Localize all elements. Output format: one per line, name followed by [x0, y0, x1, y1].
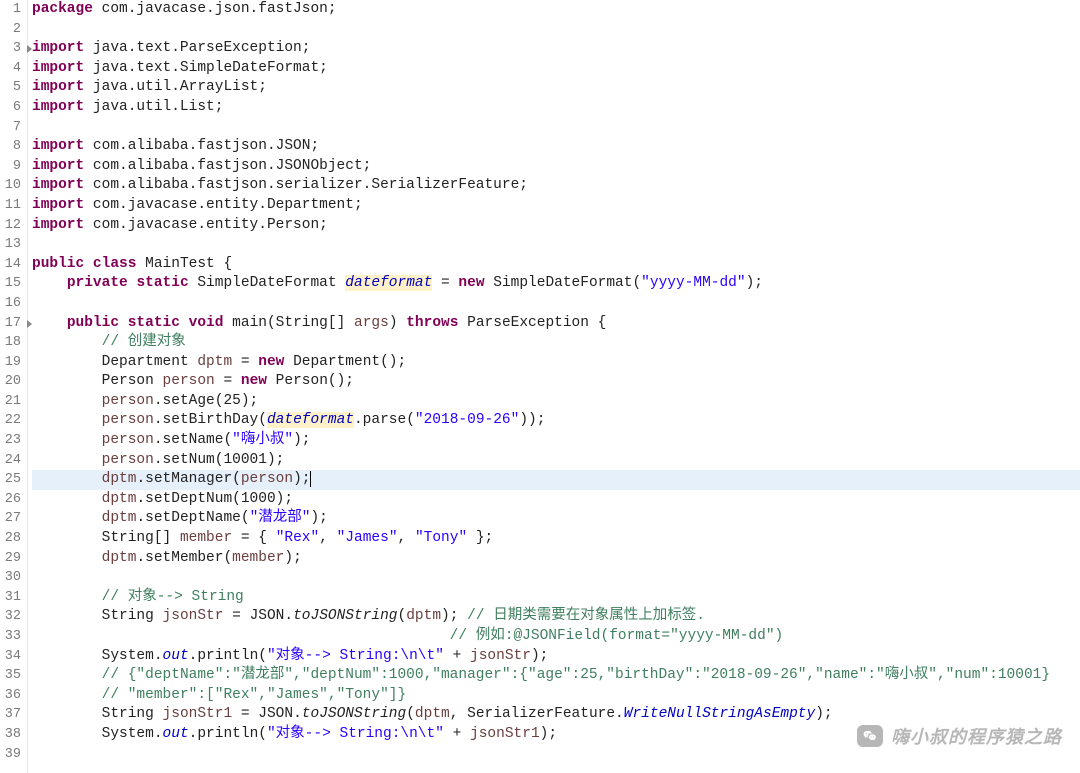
line-number: 36 [0, 686, 21, 706]
code-line: // 对象--> String [32, 588, 1080, 608]
code-line: import com.javacase.entity.Person; [32, 216, 1080, 236]
code-line: import java.util.ArrayList; [32, 78, 1080, 98]
code-line [32, 568, 1080, 588]
line-number: 25 [0, 470, 21, 490]
line-number: 17 [0, 314, 21, 334]
line-number: 15 [0, 274, 21, 294]
code-line: person.setAge(25); [32, 392, 1080, 412]
code-line: person.setNum(10001); [32, 451, 1080, 471]
line-number: 18 [0, 333, 21, 353]
line-number: 12 [0, 216, 21, 236]
line-number: 20 [0, 372, 21, 392]
code-line [32, 20, 1080, 40]
code-line: // 创建对象 [32, 333, 1080, 353]
code-line: String[] member = { "Rex", "James", "Ton… [32, 529, 1080, 549]
line-number: 31 [0, 588, 21, 608]
code-line: private static SimpleDateFormat dateform… [32, 274, 1080, 294]
code-line: dptm.setDeptNum(1000); [32, 490, 1080, 510]
line-number: 24 [0, 451, 21, 471]
code-line: Department dptm = new Department(); [32, 353, 1080, 373]
line-number: 23 [0, 431, 21, 451]
code-line: import java.text.ParseException; [32, 39, 1080, 59]
code-line [32, 294, 1080, 314]
code-line [32, 745, 1080, 765]
line-number: 16 [0, 294, 21, 314]
code-line: person.setBirthDay(dateformat.parse("201… [32, 411, 1080, 431]
code-line: import com.alibaba.fastjson.JSONObject; [32, 157, 1080, 177]
line-number: 27 [0, 509, 21, 529]
code-line: package com.javacase.json.fastJson; [32, 0, 1080, 20]
code-line: import com.javacase.entity.Department; [32, 196, 1080, 216]
line-number: 4 [0, 59, 21, 79]
line-number: 9 [0, 157, 21, 177]
code-line: // 例如:@JSONField(format="yyyy-MM-dd") [32, 627, 1080, 647]
line-number: 1 [0, 0, 21, 20]
line-number: 39 [0, 745, 21, 765]
code-line: import java.text.SimpleDateFormat; [32, 59, 1080, 79]
line-number: 32 [0, 607, 21, 627]
code-line: person.setName("嗨小叔"); [32, 431, 1080, 451]
code-line [32, 118, 1080, 138]
line-number: 19 [0, 353, 21, 373]
code-line: System.out.println("对象--> String:\n\t" +… [32, 725, 1080, 745]
text-cursor [310, 471, 311, 487]
code-line: // "member":["Rex","James","Tony"]} [32, 686, 1080, 706]
line-number: 28 [0, 529, 21, 549]
code-line: import java.util.List; [32, 98, 1080, 118]
line-number: 38 [0, 725, 21, 745]
line-number: 37 [0, 705, 21, 725]
code-line: dptm.setMember(member); [32, 549, 1080, 569]
line-number-gutter: 1234567891011121314151617181920212223242… [0, 0, 28, 773]
line-number: 22 [0, 411, 21, 431]
line-number: 8 [0, 137, 21, 157]
code-line: public static void main(String[] args) t… [32, 314, 1080, 334]
code-line-current: dptm.setManager(person); [32, 470, 1080, 490]
line-number: 21 [0, 392, 21, 412]
line-number: 34 [0, 647, 21, 667]
line-number: 5 [0, 78, 21, 98]
code-line: import com.alibaba.fastjson.JSON; [32, 137, 1080, 157]
line-number: 2 [0, 20, 21, 40]
line-number: 11 [0, 196, 21, 216]
line-number: 7 [0, 118, 21, 138]
code-line: // {"deptName":"潜龙部","deptNum":1000,"man… [32, 666, 1080, 686]
line-number: 14 [0, 255, 21, 275]
line-number: 3 [0, 39, 21, 59]
code-line: public class MainTest { [32, 255, 1080, 275]
line-number: 6 [0, 98, 21, 118]
line-number: 13 [0, 235, 21, 255]
line-number: 29 [0, 549, 21, 569]
line-number: 35 [0, 666, 21, 686]
line-number: 26 [0, 490, 21, 510]
line-number: 10 [0, 176, 21, 196]
code-line: dptm.setDeptName("潜龙部"); [32, 509, 1080, 529]
code-line: String jsonStr = JSON.toJSONString(dptm)… [32, 607, 1080, 627]
code-line: System.out.println("对象--> String:\n\t" +… [32, 647, 1080, 667]
line-number: 30 [0, 568, 21, 588]
code-area[interactable]: package com.javacase.json.fastJson; impo… [28, 0, 1080, 773]
line-number: 33 [0, 627, 21, 647]
code-line: Person person = new Person(); [32, 372, 1080, 392]
code-line: String jsonStr1 = JSON.toJSONString(dptm… [32, 705, 1080, 725]
code-line: import com.alibaba.fastjson.serializer.S… [32, 176, 1080, 196]
code-line [32, 235, 1080, 255]
